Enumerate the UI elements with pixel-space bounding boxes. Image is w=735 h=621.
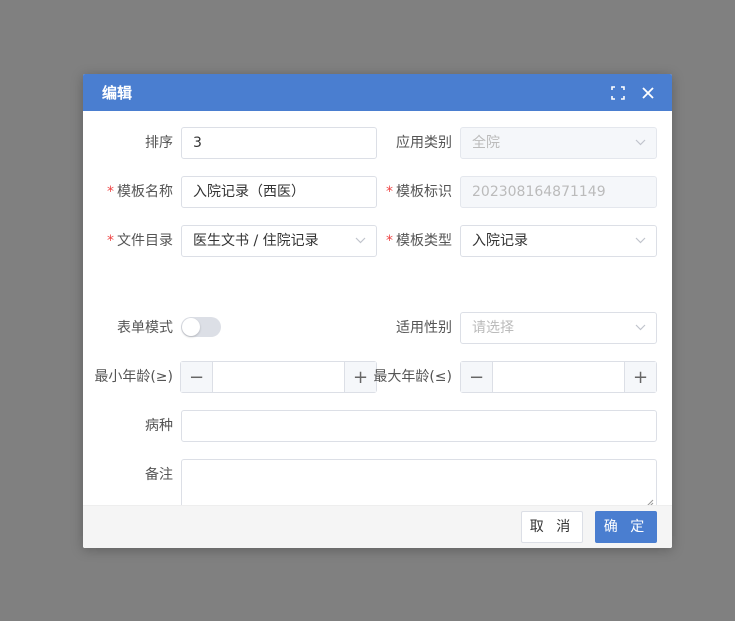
gender-label-text: 适用性别 <box>396 320 452 336</box>
fullscreen-icon[interactable] <box>603 74 633 111</box>
min-age-value[interactable] <box>213 362 344 392</box>
app-category-label: 应用类别 <box>362 127 452 159</box>
app-category-select: 全院 <box>460 127 657 159</box>
max-age-label: 最大年龄(≤) <box>362 361 452 393</box>
minus-icon[interactable]: − <box>461 362 493 392</box>
gender-select[interactable]: 请选择 <box>460 312 657 344</box>
disease-label: 病种 <box>83 410 173 442</box>
cancel-button[interactable]: 取 消 <box>521 511 583 543</box>
switch-knob <box>182 318 200 336</box>
template-name-label-text: 模板名称 <box>117 184 173 200</box>
template-type-select[interactable]: 入院记录 <box>460 225 657 257</box>
app-category-value: 全院 <box>472 135 500 151</box>
dialog-body: 排序 3 应用类别 全院 * 模板名称 入院记录（西医） * 模板标识 202308… <box>83 111 672 511</box>
dialog-title: 编辑 <box>102 84 133 102</box>
chevron-down-icon <box>635 139 646 146</box>
form-mode-label-text: 表单模式 <box>117 320 173 336</box>
file-dir-value: 医生文书 / 住院记录 <box>193 233 319 249</box>
remark-label-text: 备注 <box>145 467 173 483</box>
sort-label: 排序 <box>83 127 173 159</box>
dialog-header: 编辑 <box>83 74 672 111</box>
file-dir-select[interactable]: 医生文书 / 住院记录 <box>181 225 377 257</box>
gender-placeholder: 请选择 <box>472 320 514 336</box>
template-type-value: 入院记录 <box>472 233 528 249</box>
required-mark: * <box>107 184 114 200</box>
max-age-label-text: 最大年龄(≤) <box>373 369 452 385</box>
sort-input[interactable]: 3 <box>181 127 377 159</box>
template-type-label: * 模板类型 <box>362 225 452 257</box>
dialog-footer: 取 消 确 定 <box>83 505 672 548</box>
template-id-label: * 模板标识 <box>362 176 452 208</box>
file-dir-label-text: 文件目录 <box>117 233 173 249</box>
chevron-down-icon <box>635 324 646 331</box>
form-mode-label: 表单模式 <box>83 312 173 344</box>
gender-label: 适用性别 <box>362 312 452 344</box>
required-mark: * <box>386 233 393 249</box>
confirm-button[interactable]: 确 定 <box>595 511 657 543</box>
file-dir-label: * 文件目录 <box>83 225 173 257</box>
template-name-label: * 模板名称 <box>83 176 173 208</box>
template-id-label-text: 模板标识 <box>396 184 452 200</box>
max-age-value[interactable] <box>493 362 624 392</box>
remark-label: 备注 <box>83 459 173 491</box>
minus-icon[interactable]: − <box>181 362 213 392</box>
template-type-label-text: 模板类型 <box>396 233 452 249</box>
min-age-label-text: 最小年龄(≥) <box>94 369 173 385</box>
template-id-input: 202308164871149 <box>460 176 657 208</box>
sort-label-text: 排序 <box>145 135 173 151</box>
edit-dialog: 编辑 排序 3 应用类别 全院 * 模板名称 入院记录（西医） * 模板标识 2… <box>83 74 672 548</box>
app-category-label-text: 应用类别 <box>396 135 452 151</box>
required-mark: * <box>386 184 393 200</box>
plus-icon[interactable]: + <box>624 362 656 392</box>
disease-label-text: 病种 <box>145 418 173 434</box>
template-name-input[interactable]: 入院记录（西医） <box>181 176 377 208</box>
disease-input[interactable] <box>181 410 657 442</box>
form-mode-switch[interactable] <box>181 317 221 337</box>
required-mark: * <box>107 233 114 249</box>
max-age-stepper[interactable]: − + <box>460 361 657 393</box>
chevron-down-icon <box>635 237 646 244</box>
min-age-stepper[interactable]: − + <box>180 361 377 393</box>
remark-textarea[interactable] <box>181 459 657 510</box>
min-age-label: 最小年龄(≥) <box>83 361 173 393</box>
close-icon[interactable] <box>633 74 663 111</box>
